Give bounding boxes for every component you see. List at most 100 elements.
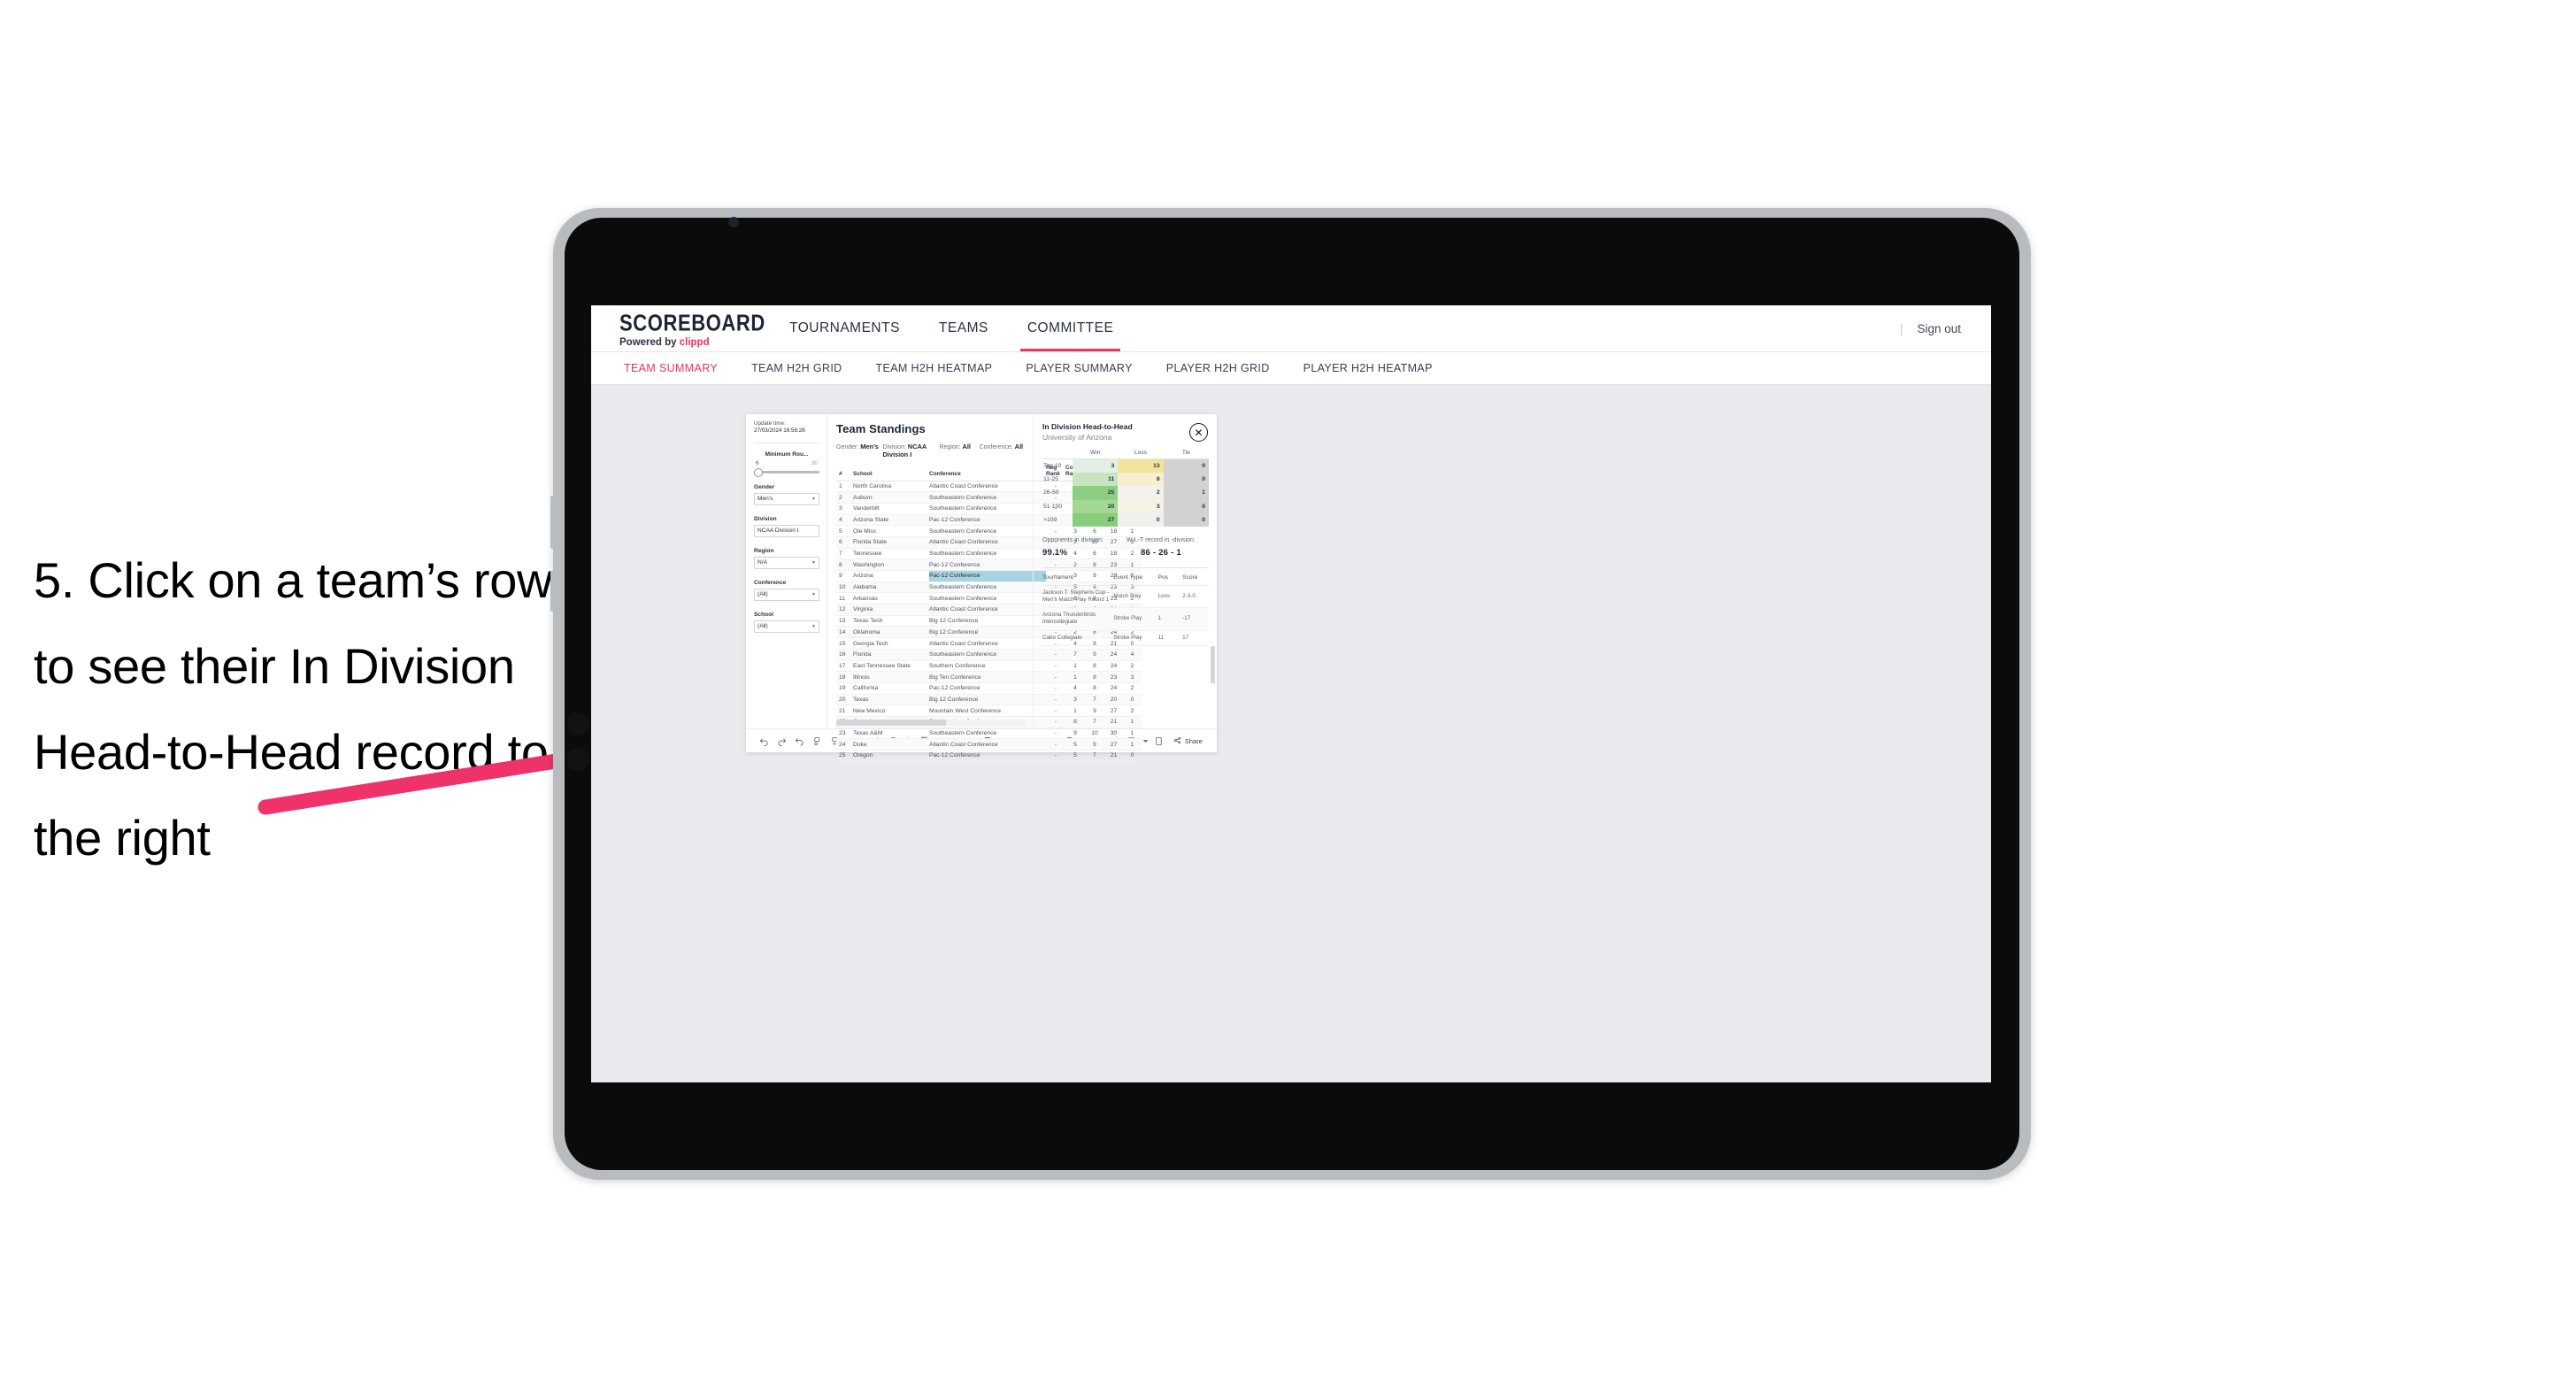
tab-player-summary[interactable]: PLAYER SUMMARY [1009,362,1149,374]
refresh-data-icon[interactable] [808,732,826,750]
col-event-type[interactable]: Event Type [1113,569,1158,586]
cell-no-tour: 7 [1085,750,1104,762]
heatmap-row: 26-50 25 2 1 [1042,486,1209,500]
cell-reg-rank: - [1046,750,1065,762]
cell-school: New Mexico [853,705,929,717]
cell-conference: Southeastern Conference [929,728,1046,740]
brand-title: SCOREBOARD [619,309,765,336]
cell-rank: 1 [836,481,853,493]
filter-conference: Conference (All) ▼ [754,580,819,601]
chevron-down-icon: ▼ [811,623,816,629]
col-score[interactable]: Score [1182,569,1209,586]
table-row[interactable]: 25 Oregon Pac-12 Conference -5 7 21 0 [836,750,1142,762]
heatmap-cell-tie: 0 [1163,499,1209,513]
region-select[interactable]: N/A ▼ [754,556,819,569]
col-school[interactable]: School [853,465,929,481]
cell-conference: Southeastern Conference [929,525,1046,537]
filter-minimum-rounds: Minimum Rou... 6 30 [754,451,819,478]
cell-school: East Tennessee State [853,660,929,673]
heatmap-cell-tie: 0 [1163,512,1209,527]
table-row[interactable]: 23 Texas A&M Southeastern Conference -9 10 30… [836,728,1142,740]
share-button[interactable]: Share [1168,736,1208,746]
tablet-button-dot-1 [566,712,589,735]
table-row[interactable]: 24 Duke Atlantic Coast Conference -5 9 27 1 [836,738,1142,751]
col-tournament[interactable]: Tournament [1042,569,1114,586]
tab-team-summary[interactable]: TEAM SUMMARY [607,362,734,374]
revert-icon[interactable] [790,732,808,750]
vertical-scrollbar[interactable] [1211,646,1215,683]
cell-school: Duke [853,738,929,751]
nav-item-teams[interactable]: TEAMS [919,305,1008,351]
tab-team-h2h-heatmap[interactable]: TEAM H2H HEATMAP [859,362,1010,374]
col-conference[interactable]: Conference [929,465,1046,481]
minimum-rounds-slider[interactable] [754,468,819,478]
cell-rank: 21 [836,705,853,717]
heatmap-col-tie: Tie [1163,449,1209,459]
meta-region-val: All [962,443,971,450]
division-value: NCAA Division I [757,527,799,535]
list-item[interactable]: Jackson T. Stephens Cup - Men’s Match Pl… [1042,585,1209,609]
heatmap-row-label: 26-50 [1043,489,1059,497]
dashboard-body: Update time: 27/03/2024 16:56:26 Minimum… [746,414,1217,762]
tab-player-h2h-heatmap[interactable]: PLAYER H2H HEATMAP [1287,362,1449,374]
h2h-stats: Opponents in division: 99.1% W-L-T recor… [1042,537,1209,558]
col-rank[interactable]: # [836,465,853,481]
cell-rank: 5 [836,525,853,537]
tab-team-h2h-grid[interactable]: TEAM H2H GRID [734,362,858,374]
heatmap-cell-tie: 0 [1163,458,1209,474]
cell-school: Florida State [853,536,929,549]
cell-rank: 13 [836,615,853,628]
update-time-label: Update time: [754,420,786,427]
gender-select[interactable]: Men’s ▼ [754,492,819,505]
heatmap-row: 51-100 20 3 0 [1042,499,1209,513]
brand-logo[interactable]: SCOREBOARD Powered by clippd [591,305,770,351]
conference-select[interactable]: (All) ▼ [754,588,819,601]
list-item[interactable]: Cabo Collegiate Stroke Play 11 17 [1042,630,1209,646]
region-label: Region [754,547,774,554]
heatmap-header-row: Win Loss Tie [1042,449,1209,459]
brand-sub-name: clippd [679,337,710,349]
cell-conference: Atlantic Coast Conference [929,637,1046,650]
horizontal-scrollbar[interactable] [836,720,1026,726]
list-item[interactable]: Arizona Thunderbirds Intercollegiate Stro… [1042,607,1209,631]
redo-icon[interactable] [773,732,790,750]
cell-school: Ole Miss [853,525,929,537]
cell-conference: Pac-12 Conference [929,558,1046,572]
meta-conference-val: All [1014,443,1024,450]
chevron-down-icon[interactable] [1141,732,1150,750]
heatmap-cell-loss: 2 [1118,486,1164,500]
cell-rank: 2 [836,491,853,504]
signout-link[interactable]: Sign out [1917,322,1961,335]
undo-icon[interactable] [755,732,773,750]
scrollbar-thumb[interactable] [836,720,947,726]
heatmap-cell-loss: 13 [1118,458,1164,474]
heatmap-cell-loss: 0 [1118,512,1164,527]
cell-pos: Loss [1157,585,1183,609]
cell-rank: 25 [836,750,853,762]
school-select[interactable]: (All) ▼ [754,620,819,633]
fullscreen-icon[interactable] [1150,732,1168,750]
school-value: (All) [757,623,768,630]
cell-school: Texas A&M [853,728,929,740]
cell-rnds: 27 [1104,738,1123,751]
tablet-power-button [550,571,555,612]
cell-conference: Southeastern Conference [929,592,1046,605]
nav-item-committee[interactable]: COMMITTEE [1008,305,1134,351]
col-pos[interactable]: Pos [1157,569,1183,586]
heatmap-cell-loss: 8 [1118,473,1164,487]
tab-player-h2h-grid[interactable]: PLAYER H2H GRID [1150,362,1287,374]
cell-school: Auburn [853,491,929,504]
close-icon[interactable]: ✕ [1189,423,1208,442]
minimum-rounds-slider-handle[interactable] [754,468,763,478]
cell-school: Arizona State [853,514,929,527]
division-select[interactable]: NCAA Division I [754,524,819,537]
heatmap-row: >100 27 0 0 [1042,512,1209,527]
cell-pos: 1 [1157,607,1183,631]
nav-item-tournaments[interactable]: TOURNAMENTS [770,305,919,351]
cell-wins: 0 [1123,750,1142,762]
standings-meta: Gender: Men’s Division: NCAA Division I … [836,443,1033,458]
gender-label: Gender [754,483,775,490]
cell-conference: Pac-12 Conference [929,570,1046,582]
cell-conference: Southeastern Conference [929,649,1046,661]
share-label: Share [1184,736,1203,745]
